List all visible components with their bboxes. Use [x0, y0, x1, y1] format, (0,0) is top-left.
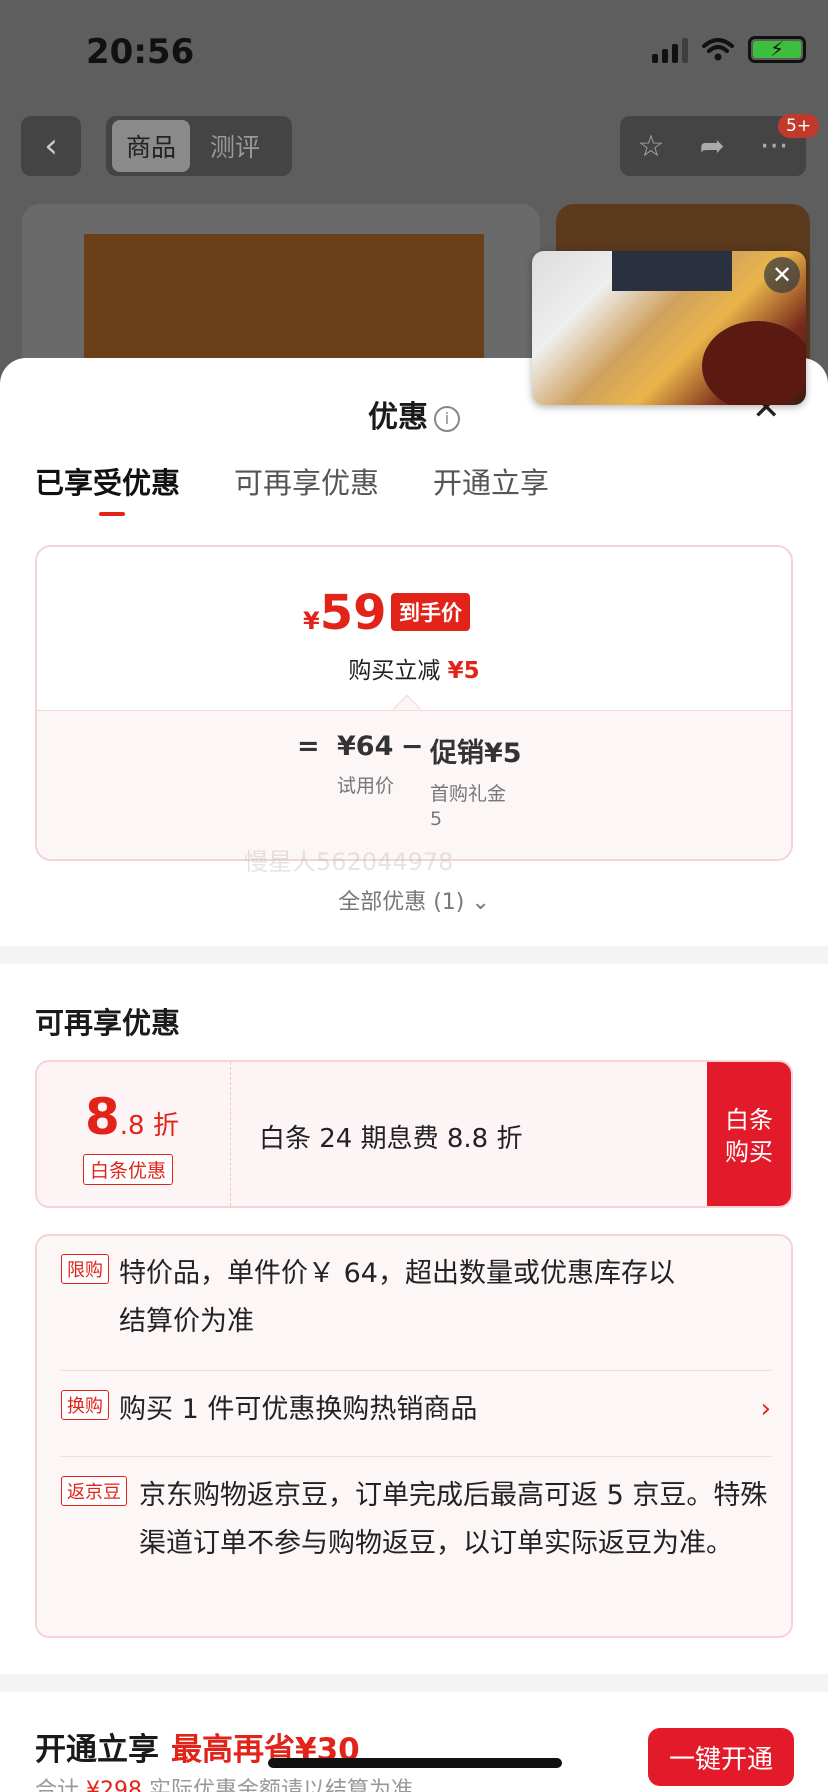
nav-tab-review[interactable]: 测评 [196, 120, 274, 172]
baitiao-buy-button[interactable]: 白条 购买 [707, 1062, 791, 1206]
info-icon[interactable]: i [434, 406, 460, 432]
discount-line: 购买立减 ¥5 [37, 651, 791, 685]
coupon-rate-int: 8 [85, 1088, 120, 1146]
currency-symbol: ¥ [303, 607, 320, 635]
total-amount: ¥298 [86, 1778, 143, 1792]
status-icons: ⚡ [652, 36, 806, 63]
buy-button-line1: 白条 [725, 1106, 773, 1134]
coupon-rate-dec: .8 折 [119, 1111, 179, 1141]
all-discounts-toggle[interactable]: 全部优惠 (1) ⌄ [0, 884, 828, 916]
baitiao-coupon: 8.8 折 白条优惠 白条 24 期息费 8.8 折 白条 购买 [35, 1060, 793, 1208]
home-indicator [268, 1758, 562, 1768]
watermark: 慢星人562044978 [244, 848, 454, 876]
coupon-rate-panel: 8.8 折 白条优惠 [37, 1062, 231, 1206]
final-price-tag: 到手价 [391, 593, 470, 631]
base-price: ¥64 [337, 731, 394, 762]
price-card: ¥59 到手价 购买立减 ¥5 = ¥64 试用价 − 促销¥5 首购礼金 5 [35, 545, 793, 861]
rule-tag: 换购 [61, 1390, 109, 1420]
promo-price: 促销¥5 [430, 738, 522, 769]
rule-text: 特价品，单件价￥ 64，超出数量或优惠库存以结算价为准 [119, 1258, 675, 1337]
open-title: 开通立享 [35, 1732, 159, 1768]
status-time: 20:56 [86, 32, 195, 72]
total-note: 实际优惠金额请以结算为准 [142, 1778, 414, 1792]
more-discounts-title: 可再享优惠 [35, 1006, 181, 1040]
section-divider [0, 1674, 828, 1692]
wifi-icon [702, 37, 734, 60]
promo-label: 首购礼金 [430, 783, 507, 805]
floating-video[interactable]: ✕ [532, 251, 806, 405]
rule-tag: 限购 [61, 1254, 109, 1284]
tab-open[interactable]: 开通立享 [433, 460, 549, 502]
discount-label: 购买立减 [348, 658, 441, 684]
rule-text: 京东购物返京豆，订单完成后最高可返 5 京豆。特殊渠道订单不参与购物返豆，以订单… [139, 1480, 768, 1559]
coupon-tag: 白条优惠 [83, 1154, 174, 1185]
base-price-label: 试用价 [337, 775, 395, 797]
chevron-right-icon: › [760, 1394, 771, 1424]
rule-beans: 返京豆 京东购物返京豆，订单完成后最高可返 5 京豆。特殊渠道订单不参与购物返豆… [61, 1472, 771, 1568]
equals-sign: = [297, 731, 320, 762]
message-badge: 5+ [778, 114, 820, 138]
rule-text: 购买 1 件可优惠换购热销商品 [119, 1394, 478, 1425]
minus-sign: − [400, 731, 424, 762]
rules-card: 限购 特价品，单件价￥ 64，超出数量或优惠库存以结算价为准 换购 购买 1 件… [35, 1234, 793, 1638]
cellular-signal-icon [652, 37, 688, 63]
open-now-button[interactable]: 一键开通 [648, 1728, 794, 1786]
coupon-description: 白条 24 期息费 8.8 折 [259, 1124, 523, 1154]
tab-enjoyed[interactable]: 已享受优惠 [35, 460, 180, 516]
total-label: 合计 [35, 1778, 80, 1792]
share-icon[interactable]: ➦ [700, 129, 725, 164]
nav-tab-product[interactable]: 商品 [112, 120, 191, 172]
discount-tabs: 已享受优惠 可再享优惠 开通立享 [35, 460, 549, 516]
sheet-title-text: 优惠 [368, 400, 428, 435]
rule-limit: 限购 特价品，单件价￥ 64，超出数量或优惠库存以结算价为准 [61, 1250, 771, 1346]
buy-button-line2: 购买 [725, 1138, 773, 1166]
battery-icon: ⚡ [748, 36, 806, 63]
discount-amount: ¥5 [447, 658, 480, 684]
close-video-icon[interactable]: ✕ [764, 257, 800, 293]
promo-label-amount: 5 [430, 808, 443, 830]
section-divider [0, 946, 828, 964]
price-breakdown: = ¥64 试用价 − 促销¥5 首购礼金 5 [37, 710, 791, 859]
final-price-value: 59 [319, 585, 387, 641]
back-button[interactable]: ‹ [21, 116, 81, 176]
coupon-rate: 8.8 折 [85, 1088, 179, 1146]
open-subtext: 合计 ¥298 实际优惠金额请以结算为准 [35, 1772, 413, 1792]
discount-sheet: 优惠 i ✕ 已享受优惠 可再享优惠 开通立享 ¥59 到手价 购买立减 ¥5 =… [0, 358, 828, 1792]
tab-more[interactable]: 可再享优惠 [234, 460, 379, 502]
rule-tag: 返京豆 [61, 1476, 127, 1506]
favorite-star-icon[interactable]: ☆ [638, 129, 665, 164]
final-price: ¥59 [303, 585, 387, 641]
rule-exchange[interactable]: 换购 购买 1 件可优惠换购热销商品 › [61, 1386, 771, 1434]
nav-tabs: 商品 测评 [106, 116, 292, 176]
